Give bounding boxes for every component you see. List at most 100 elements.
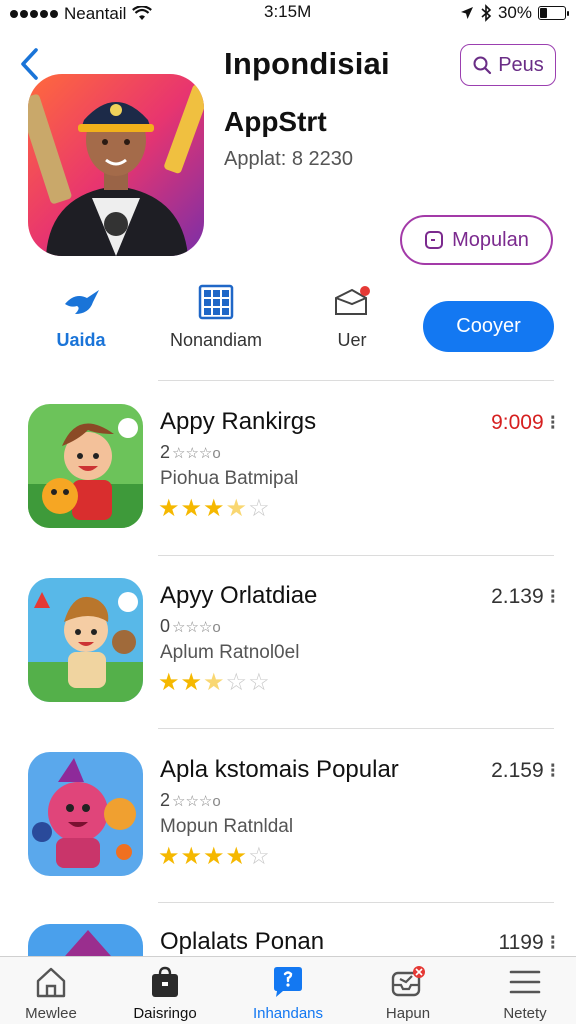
bag-icon [152,966,178,997]
star-icon: ★ [203,669,226,696]
list-item[interactable]: Appy Rankirgs 2 ☆☆☆o Piohua Batmipal ★★★★… [0,404,576,554]
clock: 3:15M [264,2,312,21]
star-rating: ★★★★☆ [158,842,271,871]
star-icon: ★ [225,495,249,522]
status-bar: Neantail 3:15M 30% [0,0,576,28]
more-dots-icon[interactable]: ⁝ [550,930,556,955]
star-icon: ☆ [248,669,271,696]
list-item-count: 2 ☆☆☆o [160,790,221,811]
more-dots-icon[interactable]: ⁝ [550,584,556,609]
count-stars: ☆☆☆o [172,444,221,462]
tab-label: Netety [503,1005,547,1022]
home-icon [36,967,66,998]
star-rating: ★★★☆☆ [158,668,271,697]
more-dots-icon[interactable]: ⁝ [550,410,556,435]
app-icon-partial [28,924,143,956]
list-item-price[interactable]: 9:009 ⁝ [491,410,556,435]
app-icon-cartoon-kid [28,578,143,702]
battery-percent: 30% [497,3,532,22]
battery-level [540,8,548,18]
tab-hapun[interactable]: Hapun [353,965,463,1022]
tab-bar: Mewlee Daisringo Inhandans Hapun Netety [0,956,576,1024]
star-icon: ★ [158,669,181,696]
tab-label: Mewlee [25,1005,77,1022]
list-item[interactable]: Apla kstomais Popular 2 ☆☆☆o Mopun Ratnld… [0,752,576,902]
star-icon: ☆ [248,843,271,870]
divider [158,555,554,556]
count-stars: ☆☆☆o [172,792,221,810]
action-uaida[interactable]: Uaida [46,284,116,351]
tab-label: Daisringo [133,1005,197,1022]
status-left: Neantail [10,4,153,24]
bird-icon [65,290,99,314]
signal-dots-icon [10,10,58,18]
status-right: 30% [460,3,569,23]
list-item-count: 2 ☆☆☆o [160,442,221,463]
tab-mewlee[interactable]: Mewlee [0,965,106,1022]
action-uer-label: Uer [337,330,367,350]
tab-daisringo[interactable]: Daisringo [110,965,220,1022]
star-icon: ★ [158,495,181,522]
tab-label: Hapun [385,1005,431,1022]
price-value: 2.139 [491,584,544,608]
divider [158,728,554,729]
divider [158,902,554,903]
list-item-title: Appy Rankirgs [160,408,317,435]
divider [158,380,554,381]
list-item-title: Apla kstomais Popular [160,756,399,783]
search-button[interactable]: Peus [460,44,556,86]
star-icon: ★ [180,495,204,522]
chevron-left-icon [21,48,38,80]
search-label: Peus [498,53,544,76]
count-number: 0 [160,616,171,636]
action-uaida-label: Uaida [56,330,106,350]
star-icon: ★ [203,843,226,870]
app-icon-cartoon-monster [28,752,143,876]
chat-square-icon [425,231,444,249]
tab-inhandans[interactable]: Inhandans [233,965,343,1022]
chat-icon [274,967,302,997]
box-badge-icon [335,286,370,315]
list-item-subtitle: Mopun Ratnldal [160,816,294,837]
star-icon: ★ [180,669,204,696]
star-icon: ★ [225,843,249,870]
app-hero-icon [28,74,204,256]
price-value: 1199 [498,930,544,954]
popular-button[interactable]: Mopulan [400,215,553,265]
back-button[interactable] [14,44,44,84]
list-item-price[interactable]: 2.139 ⁝ [491,584,556,609]
location-arrow-icon [460,7,473,19]
app-subtitle: Applat: 8 2230 [224,148,353,170]
action-uer[interactable]: Uer [324,284,380,351]
list-item[interactable]: Oplalats Ponan 1199 ⁝ [0,924,576,956]
list-item-subtitle: Piohua Batmipal [160,468,299,489]
page-title: Inpondisiai [224,46,390,81]
battery-icon [538,6,569,20]
more-dots-icon[interactable]: ⁝ [550,758,556,783]
star-icon: ★ [203,495,226,522]
bluetooth-icon [481,4,492,22]
action-nonandiam[interactable]: Nonandiam [166,284,266,351]
star-icon: ★ [158,843,181,870]
grid-icon [198,284,234,320]
list-item-title: Oplalats Ponan [160,928,325,955]
primary-action-button[interactable]: Cooyer [423,301,554,352]
wifi-icon [132,6,153,20]
price-value: 9:009 [491,410,544,434]
count-stars: ☆☆☆o [172,618,221,636]
action-nonandiam-label: Nonandiam [169,330,263,350]
carrier-label: Neantail [64,4,127,23]
app-name: AppStrt [224,106,327,137]
list-item-title: Apyy Orlatdiae [160,582,318,609]
inbox-icon [391,966,425,997]
count-number: 2 [160,442,171,462]
star-icon: ★ [180,843,204,870]
list-item[interactable]: Apyy Orlatdiae 0 ☆☆☆o Aplum Ratnol0el ★★★… [0,578,576,728]
list-item-price[interactable]: 1199 ⁝ [498,930,556,955]
search-icon [473,56,492,75]
list-item-subtitle: Aplum Ratnol0el [160,642,300,663]
list-item-price[interactable]: 2.159 ⁝ [491,758,556,783]
list-item-count: 0 ☆☆☆o [160,616,221,637]
popular-label: Mopulan [452,228,529,251]
tab-netety[interactable]: Netety [470,965,576,1022]
